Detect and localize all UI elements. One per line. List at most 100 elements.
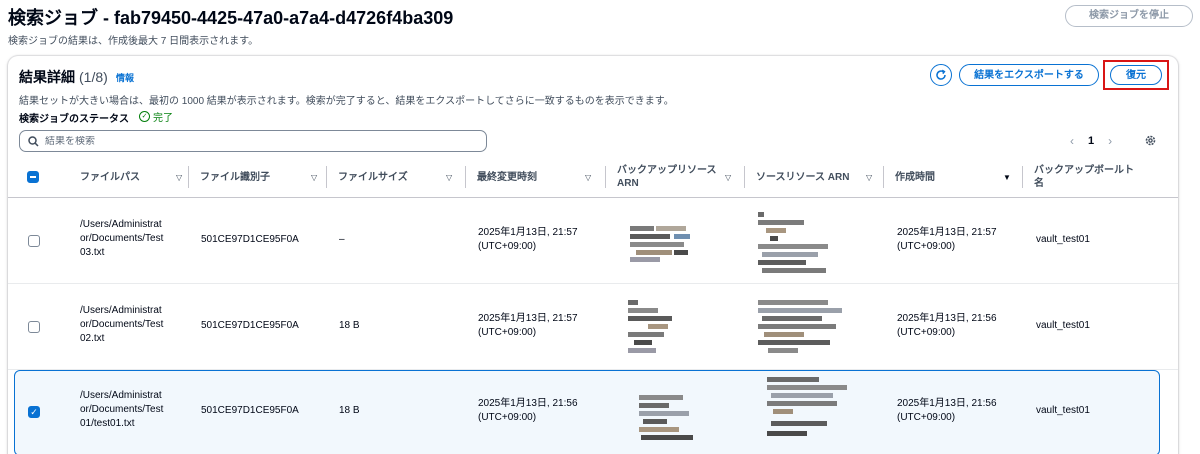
column-label: 最終変更時刻 (477, 171, 537, 183)
creation-time: 2025年1月13日, 21:56 (UTC+09:00) (897, 312, 997, 340)
sort-icon: ▽ (311, 172, 318, 182)
modified-tz: (UTC+09:00) (478, 412, 537, 423)
row-checkbox-checked[interactable]: ✓ (28, 406, 40, 418)
column-label: ファイル識別子 (200, 171, 270, 183)
column-label: ソースリソース ARN (756, 171, 850, 183)
page-header: 検索ジョブ - fab79450-4425-47a0-a7a4-d4726f4b… (8, 2, 1193, 47)
file-path-line: or/Documents/Test (80, 319, 164, 330)
select-all-checkbox[interactable] (27, 171, 39, 183)
column-separator (188, 166, 189, 188)
next-page-icon[interactable]: › (1108, 134, 1112, 148)
page-title: 検索ジョブ - fab79450-4425-47a0-a7a4-d4726f4b… (8, 8, 454, 28)
column-separator (883, 166, 884, 188)
modified-tz: (UTC+09:00) (478, 327, 537, 338)
column-header-creation-time[interactable]: 作成時間 ▼ (883, 156, 1021, 198)
file-path: /Users/Administrat or/Documents/Test 01/… (80, 389, 163, 431)
sort-icon: ▽ (866, 172, 873, 182)
file-path-line: or/Documents/Test (80, 233, 164, 244)
panel-title: 結果詳細 (1/8) (19, 67, 108, 87)
status-badge: ✓ 完了 (139, 109, 173, 124)
modified-date: 2025年1月13日, 21:57 (478, 313, 578, 324)
panel-title-text: 結果詳細 (19, 69, 75, 85)
file-path-line: 03.txt (80, 247, 105, 258)
row-checkbox[interactable] (28, 235, 40, 247)
column-header-file-id[interactable]: ファイル識別子 ▽ (188, 156, 325, 198)
modified-date: 2025年1月13日, 21:57 (478, 227, 578, 238)
column-header-backup-resource-arn[interactable]: バックアップリソース ARN ▽ (605, 156, 743, 198)
table-row[interactable]: /Users/Administrat or/Documents/Test 03.… (8, 198, 1178, 284)
created-date: 2025年1月13日, 21:56 (897, 398, 997, 409)
column-header-vault-name[interactable]: バックアップボールト名 (1022, 156, 1162, 198)
page-subtitle: 検索ジョブの結果は、作成後最大 7 日間表示されます。 (8, 36, 259, 47)
file-path: /Users/Administrat or/Documents/Test 03.… (80, 218, 163, 260)
column-header-file-size[interactable]: ファイルサイズ ▽ (326, 156, 463, 198)
redacted-backup-arn (639, 395, 699, 447)
file-path-line: 02.txt (80, 333, 105, 344)
vault-name: vault_test01 (1036, 320, 1090, 331)
table-row-selected[interactable]: ✓ /Users/Administrat or/Documents/Test 0… (14, 370, 1160, 454)
gear-icon[interactable] (1144, 134, 1157, 147)
export-results-button[interactable]: 結果をエクスポートする (959, 64, 1099, 86)
info-link[interactable]: 情報 (116, 71, 134, 84)
redacted-source-arn (767, 377, 857, 443)
sort-icon: ▽ (725, 172, 732, 182)
column-separator (605, 166, 606, 188)
last-modified: 2025年1月13日, 21:56 (UTC+09:00) (478, 397, 578, 425)
column-header-last-modified[interactable]: 最終変更時刻 ▽ (465, 156, 603, 198)
column-separator (1022, 166, 1023, 188)
redacted-backup-arn (628, 300, 698, 356)
prev-page-icon[interactable]: ‹ (1070, 134, 1074, 148)
status-value: 完了 (153, 113, 173, 124)
refresh-button[interactable] (930, 64, 952, 86)
sort-icon: ▽ (176, 172, 183, 182)
vault-name: vault_test01 (1036, 405, 1090, 416)
stop-search-job-button[interactable]: 検索ジョブを停止 (1065, 5, 1193, 27)
restore-highlight: 復元 (1103, 60, 1169, 90)
file-size: 18 B (339, 405, 360, 416)
column-header-source-resource-arn[interactable]: ソースリソース ARN ▽ (744, 156, 882, 198)
current-page[interactable]: 1 (1088, 135, 1094, 147)
file-size: 18 B (339, 320, 360, 331)
column-separator (326, 166, 327, 188)
redacted-source-arn (758, 300, 846, 356)
modified-date: 2025年1月13日, 21:56 (478, 398, 578, 409)
row-checkbox[interactable] (28, 321, 40, 333)
redacted-backup-arn (630, 226, 700, 262)
column-label: 作成時間 (895, 171, 935, 183)
file-path-line: or/Documents/Test (80, 404, 164, 415)
column-label: バックアップボールト名 (1034, 165, 1134, 189)
file-path-line: /Users/Administrat (80, 219, 162, 230)
created-tz: (UTC+09:00) (897, 412, 956, 423)
pagination: ‹ 1 › (1070, 134, 1112, 148)
modified-tz: (UTC+09:00) (478, 241, 537, 252)
vault-name: vault_test01 (1036, 234, 1090, 245)
restore-button[interactable]: 復元 (1110, 65, 1162, 85)
file-path: /Users/Administrat or/Documents/Test 02.… (80, 304, 163, 346)
created-date: 2025年1月13日, 21:57 (897, 227, 997, 238)
sort-icon: ▽ (585, 172, 592, 182)
table-header: ファイルパス ▽ ファイル識別子 ▽ ファイルサイズ ▽ 最終変更時刻 ▽ バッ… (8, 156, 1178, 198)
status-label: 検索ジョブのステータス (19, 114, 129, 125)
creation-time: 2025年1月13日, 21:57 (UTC+09:00) (897, 226, 997, 254)
column-separator (744, 166, 745, 188)
search-box[interactable] (19, 130, 487, 152)
success-check-icon: ✓ (139, 111, 150, 122)
created-date: 2025年1月13日, 21:56 (897, 313, 997, 324)
file-id: 501CE97D1CE95F0A (201, 234, 299, 245)
file-path-line: /Users/Administrat (80, 305, 162, 316)
sort-desc-icon: ▼ (1003, 172, 1011, 182)
table-row[interactable]: /Users/Administrat or/Documents/Test 02.… (8, 284, 1178, 370)
created-tz: (UTC+09:00) (897, 327, 956, 338)
created-tz: (UTC+09:00) (897, 241, 956, 252)
file-id: 501CE97D1CE95F0A (201, 405, 299, 416)
column-header-file-path[interactable]: ファイルパス ▽ (66, 156, 192, 198)
selection-count: (1/8) (79, 69, 108, 85)
search-input[interactable] (45, 135, 475, 147)
file-path-line: 01/test01.txt (80, 418, 135, 429)
file-path-line: /Users/Administrat (80, 390, 162, 401)
column-label: バックアップリソース ARN (617, 165, 717, 189)
file-id: 501CE97D1CE95F0A (201, 320, 299, 331)
search-icon (28, 135, 39, 147)
column-label: ファイルサイズ (338, 171, 408, 183)
refresh-icon (936, 69, 946, 80)
